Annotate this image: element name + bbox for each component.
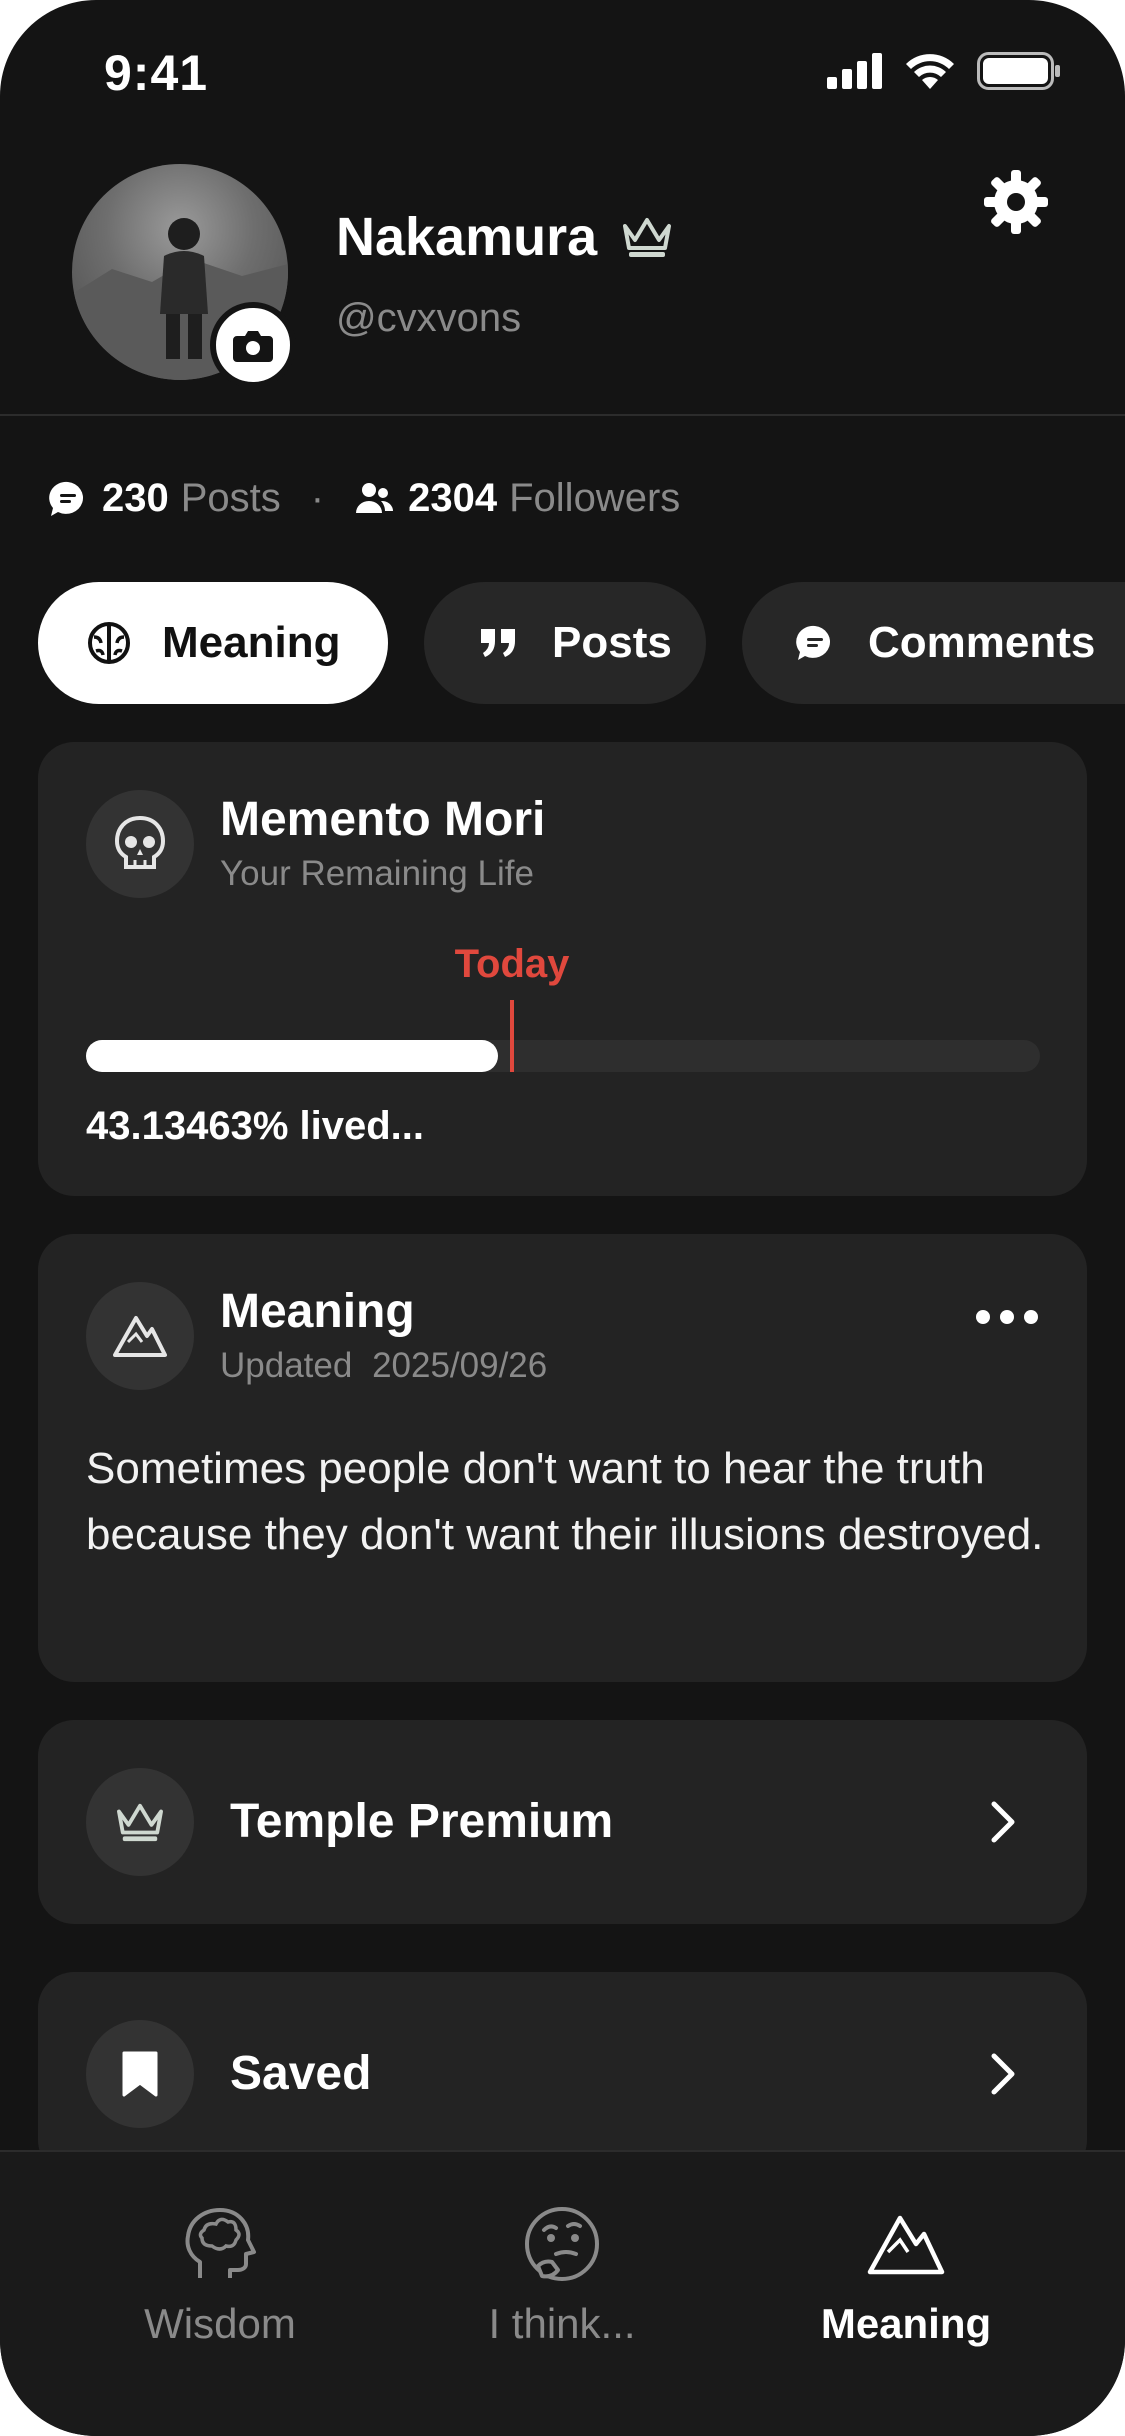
followers-count: 2304 <box>408 476 498 520</box>
chat-icon <box>792 620 838 666</box>
gear-icon <box>984 170 1048 234</box>
stats-separator: · <box>310 476 325 520</box>
camera-icon <box>233 331 273 362</box>
tab-posts[interactable]: Posts <box>424 582 706 704</box>
users-icon <box>356 482 394 513</box>
tab-comments[interactable]: Comments <box>742 582 1125 704</box>
user-name: Nakamura <box>336 207 598 267</box>
crown-icon <box>623 218 672 257</box>
followers-label: Followers <box>509 476 681 520</box>
saved-row[interactable] <box>38 1972 1087 2176</box>
status-icons <box>827 52 1061 90</box>
chevron-right-icon <box>991 1801 1015 1843</box>
head-brain-icon <box>178 2202 262 2286</box>
user-handle: @cvxvons <box>336 296 522 340</box>
nav-meaning[interactable]: Meaning <box>776 2202 1036 2348</box>
chevron-right-icon <box>991 2053 1015 2095</box>
saved-label: Saved <box>230 2047 372 2100</box>
tab-label: Posts <box>552 618 672 667</box>
meaning-title: Meaning <box>220 1285 415 1338</box>
mountain-icon <box>86 1282 194 1390</box>
meaning-quote: Sometimes people don't want to hear the … <box>86 1444 1044 1559</box>
tab-meaning[interactable]: Meaning <box>38 582 388 704</box>
signal-icon <box>827 53 882 89</box>
memento-subtitle: Your Remaining Life <box>220 854 534 893</box>
nav-label: Wisdom <box>144 2300 296 2347</box>
meaning-updated: Updated 2025/09/26 <box>220 1346 547 1386</box>
mountain-icon <box>864 2202 948 2286</box>
tab-label: Meaning <box>162 618 341 667</box>
bookmark-icon <box>86 2020 194 2128</box>
bottom-nav: Wisdom I think... Meaning <box>0 2150 1125 2436</box>
nav-label: I think... <box>488 2300 636 2347</box>
battery-icon <box>977 52 1060 90</box>
temple-premium-label: Temple Premium <box>230 1795 614 1848</box>
user-name-row: Nakamura <box>336 206 675 268</box>
crown-icon <box>86 1768 194 1876</box>
nav-i-think[interactable]: I think... <box>432 2202 692 2348</box>
memento-title: Memento Mori <box>220 793 546 846</box>
skull-icon <box>86 790 194 898</box>
more-dots-icon[interactable] <box>976 1310 1038 1324</box>
updated-label: Updated <box>220 1346 353 1385</box>
chat-icon <box>49 481 84 516</box>
lived-percent: 43.13463% lived... <box>86 1104 425 1148</box>
updated-date: 2025/09/26 <box>372 1346 548 1385</box>
thinking-face-icon <box>520 2202 604 2286</box>
today-marker <box>510 1000 514 1072</box>
wifi-icon <box>906 54 954 89</box>
posts-count: 230 <box>102 476 169 520</box>
posts-label: Posts <box>180 476 281 520</box>
profile-stats: 230 Posts · 2304 Followers <box>48 476 680 521</box>
status-time: 9:41 <box>104 45 209 101</box>
quote-icon <box>476 620 522 666</box>
life-progress-fill <box>86 1040 498 1072</box>
app-screen: 9:41 Nakamura @cvxvons 230 Posts · 2304 … <box>0 0 1125 2436</box>
brain-icon <box>86 620 132 666</box>
nav-label: Meaning <box>820 2300 992 2347</box>
nav-wisdom[interactable]: Wisdom <box>90 2202 350 2348</box>
header-divider <box>0 414 1125 416</box>
change-avatar-button[interactable] <box>210 302 296 388</box>
today-label: Today <box>454 942 570 986</box>
settings-button[interactable] <box>984 170 1048 234</box>
tab-label: Comments <box>868 618 1096 667</box>
